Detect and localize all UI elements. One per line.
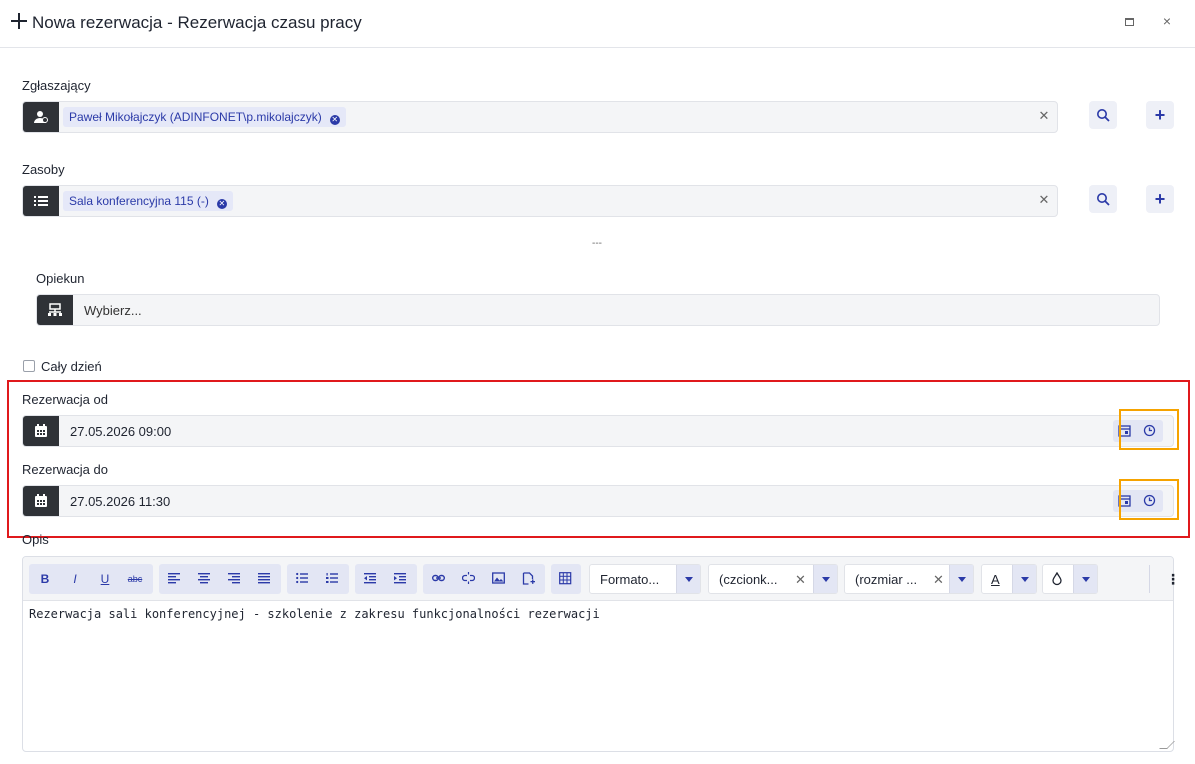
- description-label: Opis: [22, 532, 49, 547]
- chip-remove-icon[interactable]: ✕: [216, 199, 227, 209]
- justify-icon: [258, 573, 270, 584]
- all-day-checkbox[interactable]: [23, 360, 35, 372]
- font-color-icon: A: [991, 572, 1000, 587]
- more-options-button[interactable]: ⋮: [1163, 564, 1183, 594]
- guardian-field[interactable]: Wybierz...: [36, 294, 1160, 326]
- font-select-value: (czcionk...: [719, 572, 778, 587]
- org-chart-icon: [37, 295, 73, 325]
- indent-button[interactable]: [386, 564, 416, 594]
- font-select[interactable]: (czcionk... ✕: [708, 564, 838, 594]
- resources-add-button[interactable]: +: [1146, 185, 1174, 213]
- resources-label: Zasoby: [22, 162, 65, 177]
- to-picker-highlight: [1119, 479, 1179, 520]
- format-select-value: Formato...: [600, 572, 660, 587]
- list-group: [287, 564, 349, 594]
- chevron-down-icon[interactable]: [676, 565, 700, 593]
- bullet-list-button[interactable]: [288, 564, 318, 594]
- guardian-label: Opiekun: [36, 271, 85, 286]
- resources-field[interactable]: Sala konferencyjna 115 (-) ✕ ✕: [22, 185, 1058, 217]
- chevron-down-icon[interactable]: [1012, 565, 1036, 593]
- file-add-icon: [522, 572, 535, 585]
- format-select[interactable]: Formato...: [589, 564, 701, 594]
- description-editor[interactable]: B I U abc Formato... (czcionk... ✕ (rozm…: [22, 556, 1180, 752]
- resource-chip-label: Sala konferencyjna 115 (-): [69, 194, 209, 208]
- background-color-picker[interactable]: [1042, 564, 1098, 594]
- chevron-down-icon[interactable]: [813, 565, 837, 593]
- chevron-down-icon[interactable]: [1073, 565, 1097, 593]
- plus-icon: +: [1154, 105, 1166, 125]
- size-select[interactable]: (rozmiar ... ✕: [844, 564, 974, 594]
- chip-remove-icon[interactable]: ✕: [329, 115, 340, 125]
- table-button[interactable]: [551, 564, 581, 594]
- align-center-icon: [198, 573, 210, 584]
- editor-toolbar: B I U abc Formato... (czcionk... ✕ (rozm…: [23, 557, 1180, 601]
- outdent-icon: [364, 573, 376, 584]
- unlink-button[interactable]: [454, 564, 484, 594]
- numbered-list-icon: [326, 573, 338, 583]
- plus-icon: [11, 13, 27, 29]
- align-left-icon: [168, 573, 180, 584]
- align-left-button[interactable]: [160, 564, 190, 594]
- outdent-button[interactable]: [356, 564, 386, 594]
- chevron-down-icon[interactable]: [949, 565, 973, 593]
- table-icon: [559, 572, 572, 585]
- table-group: [551, 564, 581, 594]
- clear-icon[interactable]: ✕: [933, 572, 944, 588]
- date-range-highlight: [7, 380, 1190, 538]
- strikethrough-button[interactable]: abc: [120, 564, 150, 594]
- dialog-title: Nowa rezerwacja - Rezerwacja czasu pracy: [32, 13, 362, 32]
- requester-field[interactable]: Paweł Mikołajczyk (ADINFONET\p.mikolajcz…: [22, 101, 1058, 133]
- editor-content[interactable]: Rezerwacja sali konferencyjnej - szkolen…: [29, 607, 600, 621]
- requester-chip-label: Paweł Mikołajczyk (ADINFONET\p.mikolajcz…: [69, 110, 322, 124]
- fill-drop-icon: [1052, 572, 1062, 586]
- resource-chip[interactable]: Sala konferencyjna 115 (-) ✕: [63, 191, 233, 211]
- underline-button[interactable]: U: [90, 564, 120, 594]
- dialog-header: Nowa rezerwacja - Rezerwacja czasu pracy…: [0, 0, 1195, 48]
- maximize-button[interactable]: [1125, 18, 1134, 26]
- all-day-label: Cały dzień: [41, 359, 102, 374]
- unlink-icon: [462, 572, 475, 584]
- close-button[interactable]: ×: [1160, 14, 1174, 28]
- justify-button[interactable]: [250, 564, 280, 594]
- align-group: [159, 564, 281, 594]
- italic-button[interactable]: I: [60, 564, 90, 594]
- insert-group: [423, 564, 545, 594]
- numbered-list-button[interactable]: [318, 564, 348, 594]
- resources-search-button[interactable]: [1089, 185, 1117, 213]
- requester-chip[interactable]: Paweł Mikołajczyk (ADINFONET\p.mikolajcz…: [63, 107, 346, 127]
- font-color-picker[interactable]: A: [981, 564, 1037, 594]
- bold-button[interactable]: B: [30, 564, 60, 594]
- bullet-list-icon: [296, 572, 308, 584]
- link-button[interactable]: [424, 564, 454, 594]
- requester-add-button[interactable]: +: [1146, 101, 1174, 129]
- image-icon: [492, 572, 505, 584]
- search-icon: [1097, 109, 1110, 122]
- insert-file-button[interactable]: [514, 564, 544, 594]
- toolbar-divider: [1149, 565, 1150, 593]
- user-icon: [23, 102, 59, 132]
- plus-icon: +: [1154, 189, 1166, 209]
- clear-icon[interactable]: ✕: [795, 572, 806, 588]
- image-button[interactable]: [484, 564, 514, 594]
- indent-icon: [394, 573, 406, 584]
- search-icon: [1097, 193, 1110, 206]
- text-style-group: B I U abc: [29, 564, 153, 594]
- size-select-value: (rozmiar ...: [855, 572, 918, 587]
- guardian-placeholder: Wybierz...: [84, 303, 142, 318]
- align-right-icon: [228, 573, 240, 584]
- indent-group: [355, 564, 417, 594]
- requester-label: Zgłaszający: [22, 78, 91, 93]
- link-icon: [432, 574, 445, 582]
- section-separator: ---: [592, 238, 602, 249]
- align-center-button[interactable]: [190, 564, 220, 594]
- clear-icon[interactable]: ✕: [1037, 109, 1051, 123]
- resize-handle[interactable]: [1159, 741, 1175, 749]
- clear-icon[interactable]: ✕: [1037, 193, 1051, 207]
- list-icon: [23, 186, 59, 216]
- align-right-button[interactable]: [220, 564, 250, 594]
- from-picker-highlight: [1119, 409, 1179, 450]
- requester-search-button[interactable]: [1089, 101, 1117, 129]
